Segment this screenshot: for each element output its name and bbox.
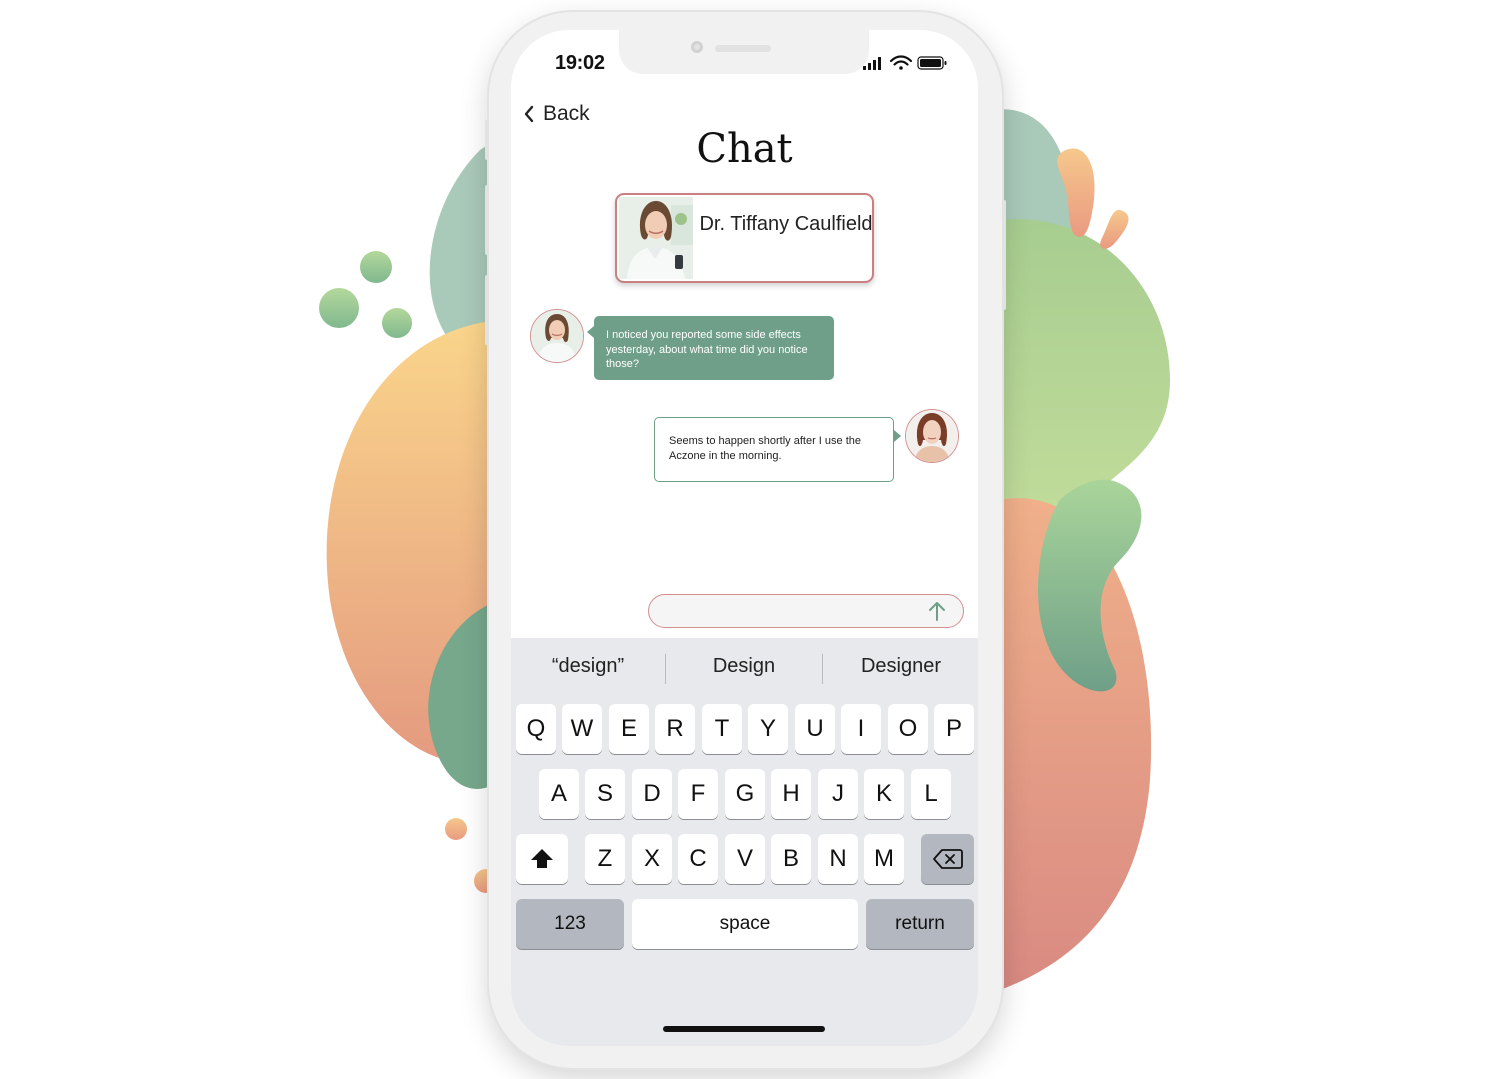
back-button[interactable]: Back <box>523 102 590 126</box>
message-incoming: I noticed you reported some side effects… <box>587 316 834 380</box>
doctor-photo <box>619 197 693 279</box>
key-w[interactable]: W <box>562 704 602 754</box>
key-f[interactable]: F <box>678 769 718 819</box>
bubble-tail <box>587 326 594 338</box>
doctor-avatar[interactable] <box>530 309 584 363</box>
key-c[interactable]: C <box>678 834 718 884</box>
suggestion-divider <box>822 654 823 684</box>
patient-avatar[interactable] <box>905 409 959 463</box>
key-l[interactable]: L <box>911 769 951 819</box>
key-d[interactable]: D <box>632 769 672 819</box>
message-input[interactable] <box>648 594 964 628</box>
key-r[interactable]: R <box>655 704 695 754</box>
key-g[interactable]: G <box>725 769 765 819</box>
doctor-avatar-image <box>531 310 583 362</box>
suggestion-3[interactable]: Designer <box>824 638 978 694</box>
page-title: Chat <box>696 126 793 172</box>
backspace-icon <box>932 849 963 869</box>
status-icons <box>863 55 947 70</box>
key-v[interactable]: V <box>725 834 765 884</box>
suggestion-2[interactable]: Design <box>667 638 821 694</box>
key-z[interactable]: Z <box>585 834 625 884</box>
key-y[interactable]: Y <box>748 704 788 754</box>
key-b[interactable]: B <box>771 834 811 884</box>
keyboard: “design” Design Designer Q W E R T Y U I… <box>511 638 978 1046</box>
suggestion-1[interactable]: “design” <box>511 638 665 694</box>
home-indicator[interactable] <box>663 1026 825 1032</box>
key-n[interactable]: N <box>818 834 858 884</box>
key-u[interactable]: U <box>795 704 835 754</box>
key-i[interactable]: I <box>841 704 881 754</box>
status-time: 19:02 <box>555 52 605 74</box>
message-text: Seems to happen shortly after I use the … <box>669 435 862 462</box>
camera <box>691 41 703 53</box>
volume-up-button <box>485 185 489 255</box>
arrow-up-icon[interactable] <box>927 600 947 622</box>
contact-card[interactable]: Dr. Tiffany Caulfield <box>615 193 874 283</box>
shift-key[interactable] <box>516 834 568 884</box>
key-e[interactable]: E <box>609 704 649 754</box>
numbers-key[interactable]: 123 <box>516 899 624 949</box>
key-m[interactable]: M <box>864 834 904 884</box>
shift-icon <box>531 849 553 868</box>
suggestion-divider <box>665 654 666 684</box>
chevron-left-icon <box>524 105 534 123</box>
back-label: Back <box>543 102 590 125</box>
message-outgoing: Seems to happen shortly after I use the … <box>654 417 901 482</box>
key-p[interactable]: P <box>934 704 974 754</box>
delete-key[interactable] <box>921 834 974 884</box>
return-key[interactable]: return <box>866 899 974 949</box>
wifi-icon <box>889 55 913 70</box>
key-x[interactable]: X <box>632 834 672 884</box>
notch <box>619 30 869 74</box>
volume-down-button <box>485 275 489 345</box>
contact-name: Dr. Tiffany Caulfield <box>699 213 873 235</box>
key-h[interactable]: H <box>771 769 811 819</box>
signal-icon <box>863 57 881 70</box>
power-button <box>1002 200 1006 310</box>
patient-avatar-image <box>906 410 958 462</box>
battery-icon <box>917 56 947 70</box>
message-text: I noticed you reported some side effects… <box>606 329 808 370</box>
speaker <box>715 45 771 52</box>
key-s[interactable]: S <box>585 769 625 819</box>
key-j[interactable]: J <box>818 769 858 819</box>
phone-screen: 19:02 Back Chat Dr. Tiffany Caulfield I … <box>511 30 978 1046</box>
key-k[interactable]: K <box>864 769 904 819</box>
mute-switch <box>485 120 489 160</box>
key-q[interactable]: Q <box>516 704 556 754</box>
bubble-tail <box>894 430 901 442</box>
key-t[interactable]: T <box>702 704 742 754</box>
key-a[interactable]: A <box>539 769 579 819</box>
space-key[interactable]: space <box>632 899 858 949</box>
key-o[interactable]: O <box>888 704 928 754</box>
